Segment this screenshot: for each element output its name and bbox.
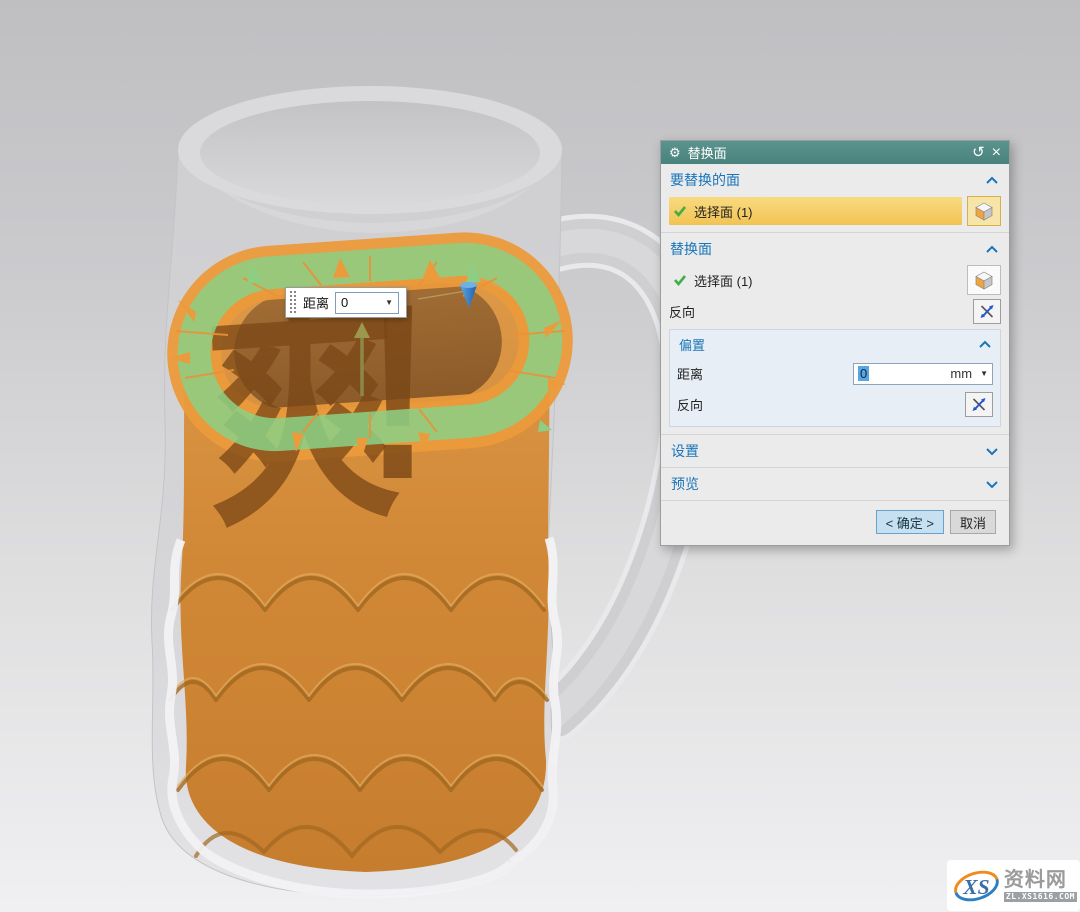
face-filter-button-1[interactable] <box>967 196 1001 226</box>
reverse-label-1: 反向 <box>669 302 695 321</box>
onscreen-distance-label: 距离 <box>303 293 329 312</box>
onscreen-distance-input[interactable]: 0 ▼ <box>335 292 399 314</box>
dialog-footer: < 确定 > 取消 <box>661 501 1009 545</box>
dropdown-caret-icon[interactable]: ▼ <box>385 298 393 307</box>
dialog-titlebar[interactable]: ⚙ 替换面 ↺ × <box>661 141 1009 164</box>
reverse-direction-row-1: 反向 <box>661 296 1009 326</box>
distance-value: 0 <box>858 366 869 381</box>
distance-row: 距离 0 mm ▼ <box>675 358 995 389</box>
cancel-button[interactable]: 取消 <box>950 510 996 534</box>
drag-grip[interactable] <box>289 290 297 315</box>
dropdown-caret-icon[interactable]: ▼ <box>980 369 988 378</box>
watermark: XS 资料网 ZL.XS1616.COM <box>947 860 1080 911</box>
watermark-site-url: ZL.XS1616.COM <box>1004 892 1077 902</box>
application-window: 爽 ! <box>0 0 1080 912</box>
cube-icon <box>974 270 994 290</box>
face-filter-button-2[interactable] <box>967 265 1001 295</box>
offset-header[interactable]: 偏置 <box>675 331 995 358</box>
section-faces-to-replace-header[interactable]: 要替换的面 <box>661 164 1009 195</box>
reverse-label-2: 反向 <box>677 395 703 414</box>
svg-text:XS: XS <box>962 874 989 898</box>
chevron-down-icon[interactable] <box>985 447 999 456</box>
close-icon[interactable]: × <box>992 145 1001 161</box>
watermark-logo-icon: XS <box>951 864 1002 908</box>
reverse-direction-button-1[interactable] <box>973 299 1001 324</box>
reverse-direction-row-2: 反向 <box>675 389 995 420</box>
chevron-up-icon[interactable] <box>985 245 999 254</box>
dialog-title: 替换面 <box>688 143 727 162</box>
select-face-label-1: 选择面 (1) <box>694 202 753 221</box>
select-face-row-1[interactable]: 选择面 (1) <box>661 195 1009 227</box>
offset-panel: 偏置 距离 0 mm ▼ 反向 <box>669 329 1001 427</box>
select-face-row-2[interactable]: 选择面 (1) <box>661 264 1009 296</box>
watermark-site-name: 资料网 <box>1004 870 1077 890</box>
reset-icon[interactable]: ↺ <box>972 145 985 160</box>
chevron-up-icon[interactable] <box>985 176 999 185</box>
onscreen-distance-box[interactable]: 距离 0 ▼ <box>285 287 407 318</box>
distance-label: 距离 <box>677 364 703 383</box>
distance-unit: mm <box>950 366 980 381</box>
distance-input[interactable]: 0 mm ▼ <box>853 363 993 385</box>
chevron-up-icon[interactable] <box>978 340 992 349</box>
cube-icon <box>974 201 994 221</box>
section-preview-bar[interactable]: 预览 <box>661 468 1009 500</box>
reverse-direction-icon <box>979 304 995 319</box>
select-face-label-2: 选择面 (1) <box>694 271 753 290</box>
reverse-direction-button-2[interactable] <box>965 392 993 417</box>
chevron-down-icon[interactable] <box>985 480 999 489</box>
reverse-direction-icon <box>971 397 987 412</box>
check-icon <box>673 205 687 217</box>
section-replacement-face-header[interactable]: 替换面 <box>661 233 1009 264</box>
ok-button[interactable]: < 确定 > <box>876 510 944 534</box>
onscreen-distance-value: 0 <box>341 295 348 310</box>
section-settings-bar[interactable]: 设置 <box>661 435 1009 467</box>
check-icon <box>673 274 687 286</box>
replace-face-dialog: ⚙ 替换面 ↺ × 要替换的面 选择面 (1) <box>660 140 1010 546</box>
gear-icon: ⚙ <box>669 146 681 159</box>
